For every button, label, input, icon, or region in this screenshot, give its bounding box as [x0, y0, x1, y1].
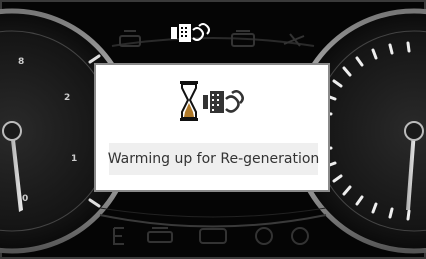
right-gauge-hub: [404, 121, 424, 141]
dpf-regeneration-hourglass-icon: [180, 81, 244, 121]
left-gauge-label-0: 0: [22, 194, 28, 204]
popup-message: Warming up for Re-generation: [107, 151, 320, 167]
left-gauge-label-1: 1: [71, 154, 77, 164]
message-box: Warming up for Re-generation: [107, 143, 320, 175]
dpf-regeneration-popup: Warming up for Re-generation: [94, 63, 330, 192]
left-gauge-hub: [2, 121, 22, 141]
left-gauge-label-2: 2: [64, 93, 70, 103]
left-gauge-label-8: 8: [18, 57, 24, 67]
